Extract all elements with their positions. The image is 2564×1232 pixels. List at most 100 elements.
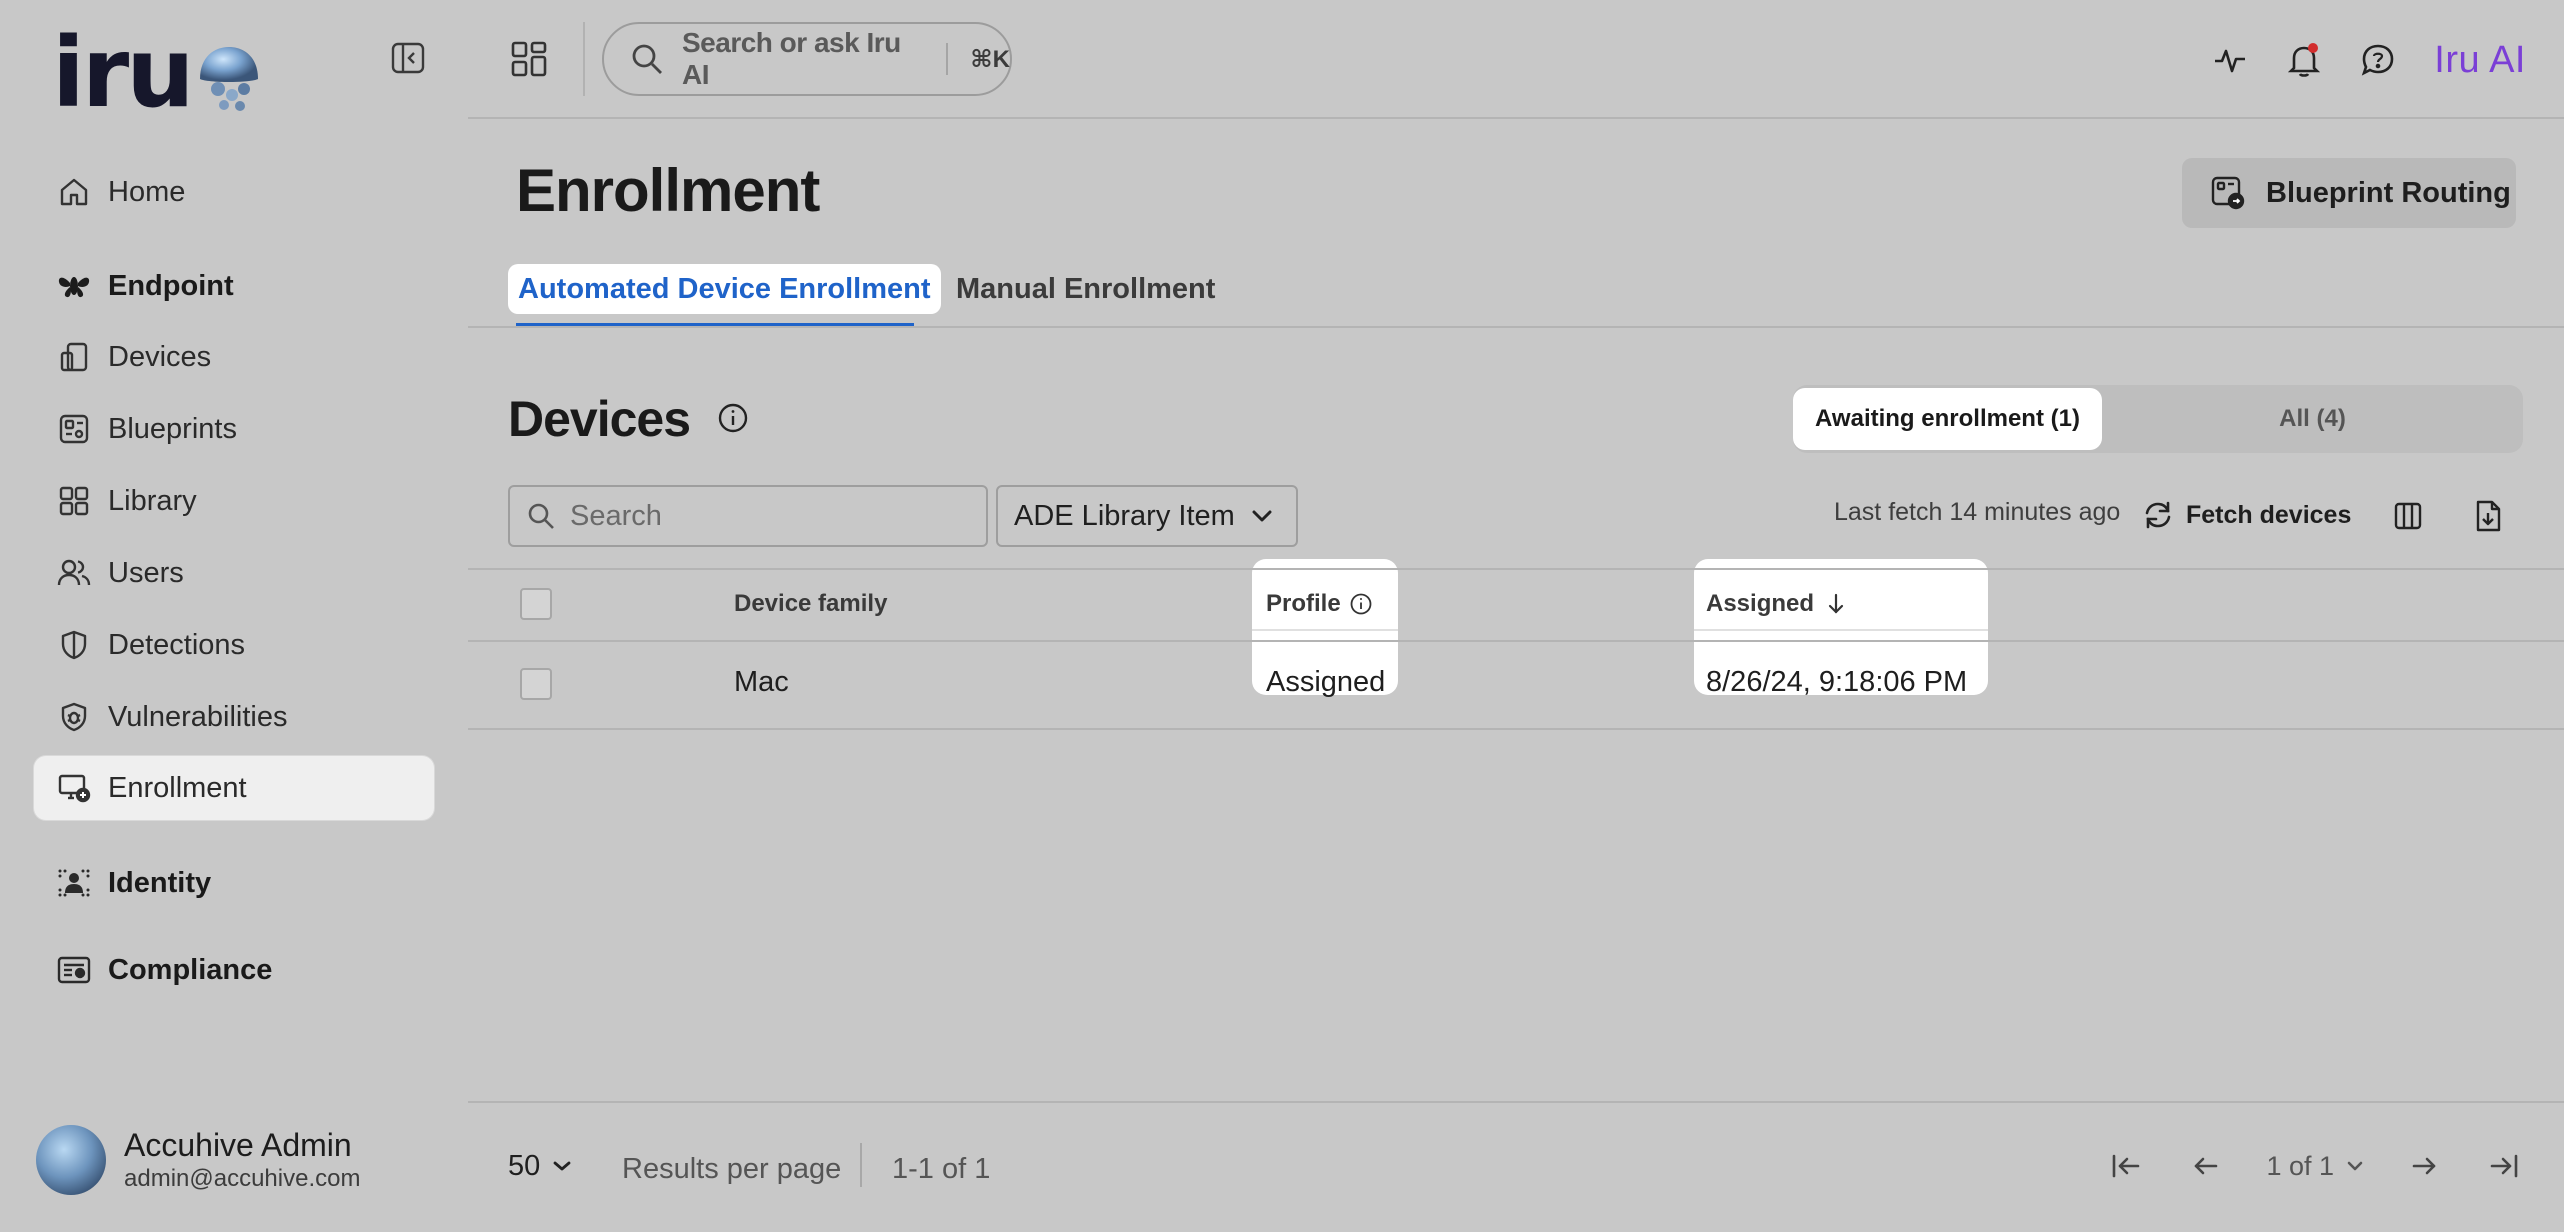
sidebar-item-label: Blueprints <box>108 412 237 445</box>
ade-library-item-label: ADE Library Item <box>1014 499 1235 532</box>
blueprint-routing-icon <box>2208 173 2248 213</box>
search-separator <box>946 43 949 75</box>
blueprint-routing-label: Blueprint Routing <box>2266 176 2511 209</box>
iru-ai-button[interactable]: Iru AI <box>2434 39 2526 82</box>
identity-icon <box>54 863 94 903</box>
pager: 1 of 1 <box>2066 1139 2524 1193</box>
user-email: admin@accuhive.com <box>124 1165 361 1192</box>
sidebar-item-home[interactable]: Home <box>34 160 434 224</box>
search-icon <box>526 501 556 531</box>
sidebar-section-identity[interactable]: Identity <box>34 851 434 915</box>
enrollment-status-filter: Awaiting enrollment (1) All (4) <box>1793 385 2523 453</box>
table-top-border <box>468 568 2564 570</box>
cell-assigned: 8/26/24, 9:18:06 PM <box>1706 666 1968 698</box>
page-select-dropdown[interactable]: 1 of 1 <box>2266 1151 2364 1182</box>
columns-icon[interactable] <box>2388 496 2428 536</box>
apps-grid-icon[interactable] <box>508 38 550 80</box>
sidebar-item-label: Devices <box>108 340 212 373</box>
per-page-dropdown[interactable]: 50 <box>508 1141 572 1191</box>
logo-wordmark: iru <box>52 16 195 129</box>
user-name: Accuhive Admin <box>124 1127 352 1163</box>
shield-icon <box>54 625 94 665</box>
keyboard-shortcut: ⌘K <box>970 45 1010 73</box>
per-page-label: Results per page <box>622 1153 842 1185</box>
sidebar-item-label: Endpoint <box>108 269 234 302</box>
next-page-icon[interactable] <box>2404 1146 2444 1186</box>
refresh-icon <box>2142 499 2174 531</box>
fetch-devices-button[interactable]: Fetch devices <box>2142 490 2351 540</box>
compliance-icon <box>54 950 94 990</box>
chat-support-icon[interactable] <box>2356 38 2400 82</box>
sidebar-item-devices[interactable]: Devices <box>34 325 434 389</box>
chevron-down-icon <box>2346 1160 2364 1172</box>
segment-all[interactable]: All (4) <box>2102 388 2523 450</box>
sort-descending-arrow-icon <box>1826 592 1846 616</box>
sidebar-item-detections[interactable]: Detections <box>34 613 434 677</box>
sidebar-item-label: Enrollment <box>108 771 247 804</box>
select-all-checkbox[interactable] <box>520 588 552 620</box>
sidebar-section-compliance[interactable]: Compliance <box>34 938 434 1002</box>
page-indicator: 1 of 1 <box>2266 1150 2334 1181</box>
sidebar-item-blueprints[interactable]: Blueprints <box>34 397 434 461</box>
fetch-devices-label: Fetch devices <box>2186 500 2352 529</box>
column-header-device-family[interactable]: Device family <box>734 590 887 618</box>
avatar <box>36 1125 106 1195</box>
table-bottom-border <box>468 728 2564 730</box>
row-checkbox[interactable] <box>520 668 552 700</box>
sidebar-item-label: Compliance <box>108 953 273 986</box>
blueprints-icon <box>54 409 94 449</box>
vulnerabilities-icon <box>54 697 94 737</box>
enrollment-tabs: Automated Device Enrollment Manual Enrol… <box>468 262 2564 328</box>
sidebar: iru Home Endpoint Devices Blueprints Lib… <box>0 0 468 1232</box>
sidebar-item-label: Detections <box>108 628 246 661</box>
ade-library-item-dropdown[interactable]: ADE Library Item <box>996 485 1298 547</box>
results-range: 1-1 of 1 <box>892 1153 991 1185</box>
user-profile[interactable]: Accuhive Admin admin@accuhive.com <box>36 1118 360 1202</box>
export-download-icon[interactable] <box>2468 496 2508 536</box>
table-header-border <box>468 640 2564 642</box>
pagination-footer: 50 Results per page 1-1 of 1 1 of 1 <box>468 1101 2564 1232</box>
sidebar-item-label: Vulnerabilities <box>108 700 288 733</box>
sidebar-item-enrollment[interactable]: Enrollment <box>34 756 434 820</box>
sidebar-section-endpoint[interactable]: Endpoint <box>34 254 434 318</box>
sidebar-item-label: Users <box>108 556 184 589</box>
cell-device-family: Mac <box>734 666 789 698</box>
page-title: Enrollment <box>516 157 820 224</box>
info-icon[interactable] <box>715 400 751 436</box>
tab-manual-enrollment[interactable]: Manual Enrollment <box>946 264 1225 314</box>
sidebar-item-label: Identity <box>108 866 212 899</box>
top-bar: Search or ask Iru AI ⌘K Iru AI <box>468 0 2564 119</box>
footer-separator <box>860 1143 862 1187</box>
chevron-down-icon <box>1251 509 1273 523</box>
users-icon <box>54 553 94 593</box>
column-header-profile[interactable]: Profile <box>1266 590 1373 618</box>
activity-icon[interactable] <box>2208 38 2252 82</box>
home-icon <box>54 172 94 212</box>
info-icon[interactable] <box>1349 592 1373 616</box>
sidebar-item-vulnerabilities[interactable]: Vulnerabilities <box>34 685 434 749</box>
last-page-icon[interactable] <box>2484 1146 2524 1186</box>
search-icon <box>630 42 664 76</box>
column-divider <box>1252 629 1398 631</box>
chevron-down-icon <box>552 1160 572 1172</box>
endpoint-icon <box>54 266 94 306</box>
notifications-bell-icon[interactable] <box>2282 38 2326 82</box>
column-header-assigned[interactable]: Assigned <box>1706 590 1846 618</box>
library-icon <box>54 481 94 521</box>
column-header-label: Assigned <box>1706 590 1815 617</box>
iru-logo[interactable]: iru <box>52 25 262 121</box>
per-page-value: 50 <box>508 1149 541 1182</box>
blueprint-routing-button[interactable]: Blueprint Routing <box>2182 158 2516 228</box>
sidebar-item-label: Library <box>108 484 197 517</box>
segment-awaiting-enrollment[interactable]: Awaiting enrollment (1) <box>1793 388 2102 450</box>
tab-automated-device-enrollment[interactable]: Automated Device Enrollment <box>508 264 941 314</box>
first-page-icon[interactable] <box>2106 1146 2146 1186</box>
previous-page-icon[interactable] <box>2186 1146 2226 1186</box>
global-search-input[interactable]: Search or ask Iru AI ⌘K <box>602 22 1012 96</box>
cell-profile: Assigned <box>1266 666 1386 698</box>
collapse-sidebar-icon[interactable] <box>388 38 428 78</box>
devices-search-input[interactable]: Search <box>508 485 988 547</box>
sidebar-item-library[interactable]: Library <box>34 469 434 533</box>
sidebar-item-users[interactable]: Users <box>34 541 434 605</box>
jellyfish-mascot-icon <box>196 43 262 115</box>
